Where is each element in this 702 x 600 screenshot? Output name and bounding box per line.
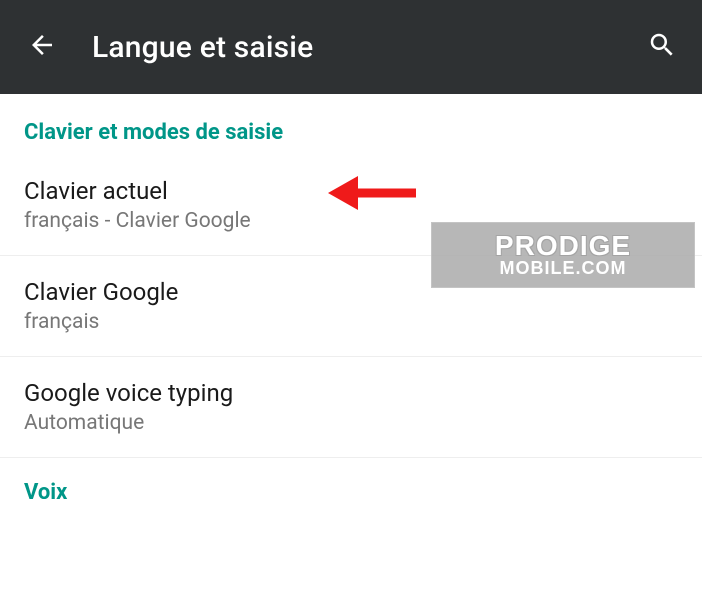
list-item-subtitle: français - Clavier Google (24, 209, 678, 233)
app-bar: Langue et saisie (0, 0, 702, 94)
list-item-title: Clavier actuel (24, 177, 678, 205)
content: Clavier et modes de saisie Clavier actue… (0, 94, 702, 515)
list-item-current-keyboard[interactable]: Clavier actuel français - Clavier Google (0, 155, 702, 256)
list-item-title: Google voice typing (24, 379, 678, 407)
back-button[interactable] (22, 27, 62, 67)
search-icon (647, 30, 677, 64)
section-header-voice: Voix (0, 458, 702, 515)
section-header-keyboard: Clavier et modes de saisie (0, 94, 702, 155)
search-button[interactable] (640, 25, 684, 69)
list-item-google-voice-typing[interactable]: Google voice typing Automatique (0, 357, 702, 458)
page-title: Langue et saisie (92, 30, 640, 65)
list-item-google-keyboard[interactable]: Clavier Google français (0, 256, 702, 357)
arrow-back-icon (27, 30, 57, 64)
list-item-title: Clavier Google (24, 278, 678, 306)
list-item-subtitle: Automatique (24, 411, 678, 435)
list-item-subtitle: français (24, 310, 678, 334)
